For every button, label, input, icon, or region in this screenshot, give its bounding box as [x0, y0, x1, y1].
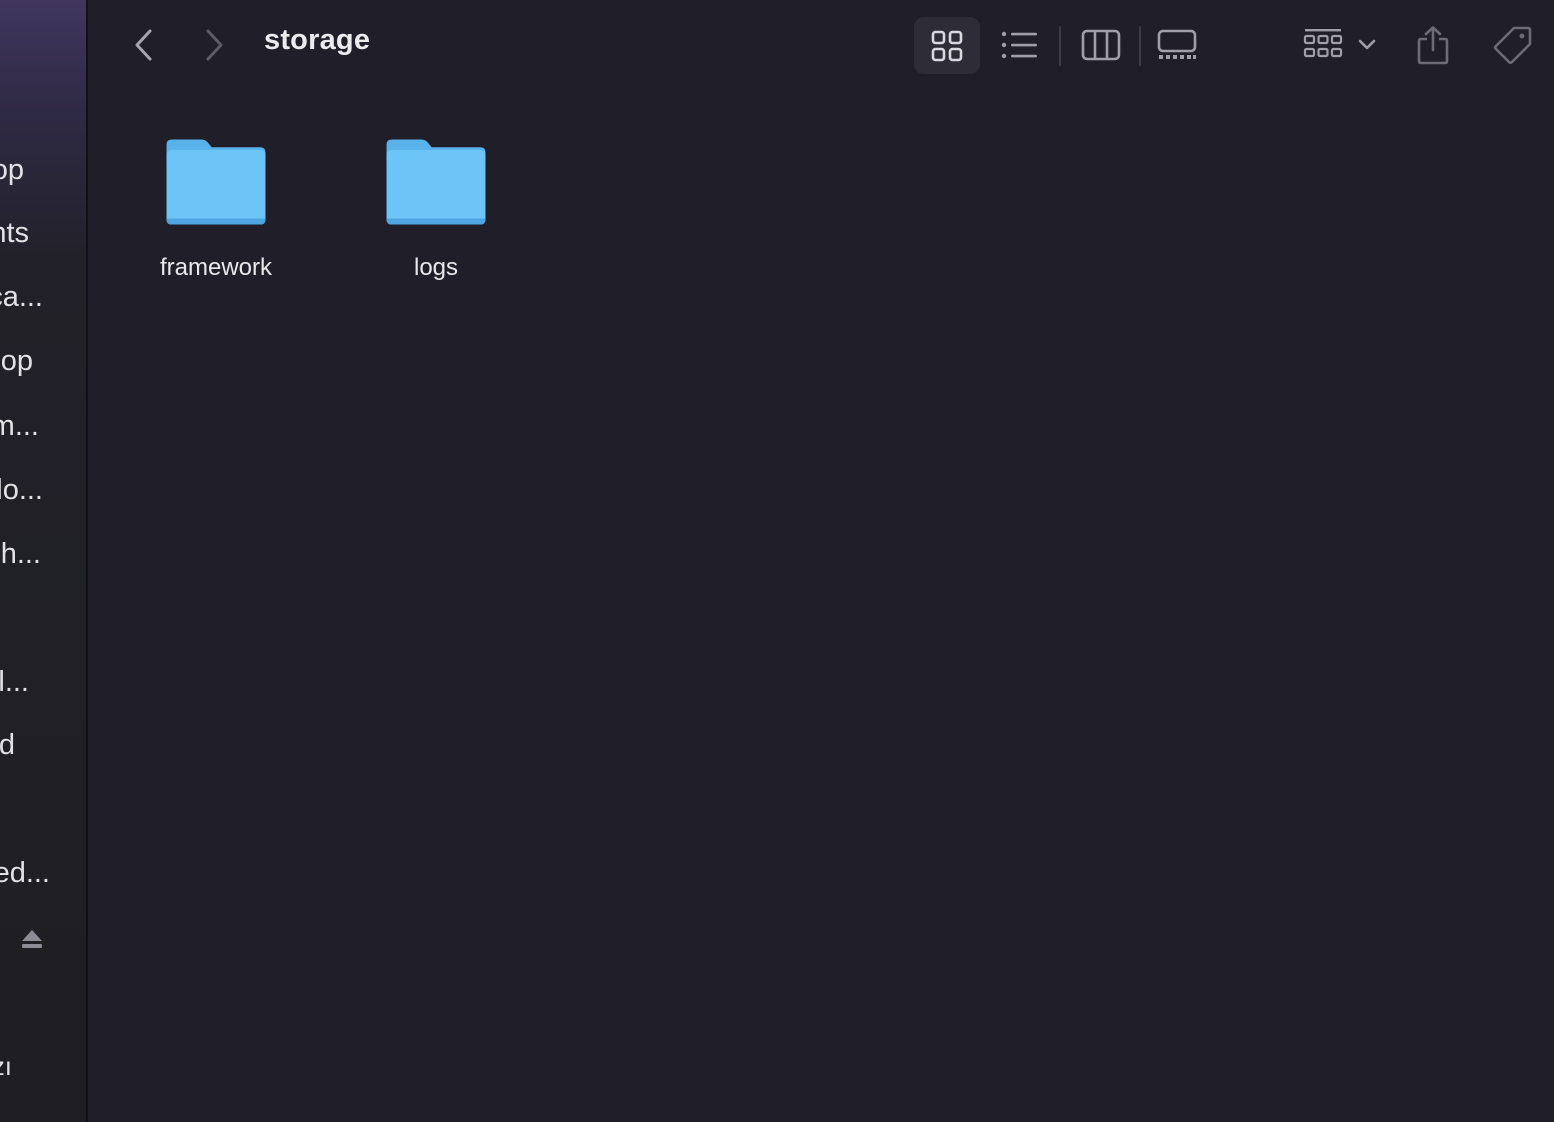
gallery-view-button[interactable]	[1150, 20, 1204, 70]
tag-button[interactable]	[1488, 20, 1538, 70]
group-by-button[interactable]	[1300, 20, 1380, 70]
sidebar-item[interactable]: zı	[0, 1046, 12, 1086]
back-button[interactable]	[124, 24, 164, 66]
share-button[interactable]	[1410, 18, 1456, 72]
sidebar-item[interactable]: l...	[0, 662, 29, 702]
eject-icon[interactable]	[20, 928, 44, 950]
sidebar-item[interactable]: lo...	[0, 470, 43, 510]
share-icon	[1417, 26, 1449, 65]
toolbar: storage	[88, 0, 1554, 92]
chevron-down-icon	[1358, 39, 1376, 50]
sidebar-item[interactable]: m...	[0, 406, 39, 446]
finder-window: op nts ca... op m... lo... h... l... d e…	[0, 0, 1554, 1122]
sidebar-item[interactable]: op	[0, 150, 24, 190]
column-view-icon	[1081, 29, 1121, 61]
sidebar-item[interactable]: h...	[1, 534, 41, 574]
chevron-right-icon	[206, 29, 223, 61]
list-view-icon	[1001, 31, 1037, 59]
folder-item-framework[interactable]: framework	[116, 92, 316, 282]
toolbar-divider	[1059, 26, 1061, 66]
sidebar-item[interactable]: d	[0, 725, 15, 765]
forward-button[interactable]	[194, 24, 234, 66]
sidebar-item[interactable]: ca...	[0, 277, 43, 317]
list-view-button[interactable]	[994, 20, 1046, 70]
file-browser-content: framework logs	[88, 92, 1554, 1122]
group-by-icon	[1303, 29, 1343, 58]
folder-icon	[386, 139, 486, 225]
sidebar-item[interactable]: ed...	[0, 853, 50, 893]
chevron-left-icon	[135, 29, 152, 61]
toolbar-divider	[1139, 26, 1141, 66]
icon-view-icon	[931, 30, 963, 61]
file-name: logs	[413, 254, 459, 281]
icon-view-button[interactable]	[914, 17, 980, 74]
column-view-button[interactable]	[1074, 20, 1128, 70]
sidebar: op nts ca... op m... lo... h... l... d e…	[0, 0, 88, 1122]
folder-item-logs[interactable]: logs	[336, 92, 536, 282]
sidebar-item[interactable]: op	[1, 341, 33, 381]
file-name: framework	[159, 254, 273, 281]
gallery-view-icon	[1157, 29, 1197, 59]
folder-icon	[166, 139, 266, 225]
window-title: storage	[264, 24, 371, 56]
sidebar-item[interactable]: nts	[0, 213, 29, 253]
tag-icon	[1493, 26, 1532, 65]
